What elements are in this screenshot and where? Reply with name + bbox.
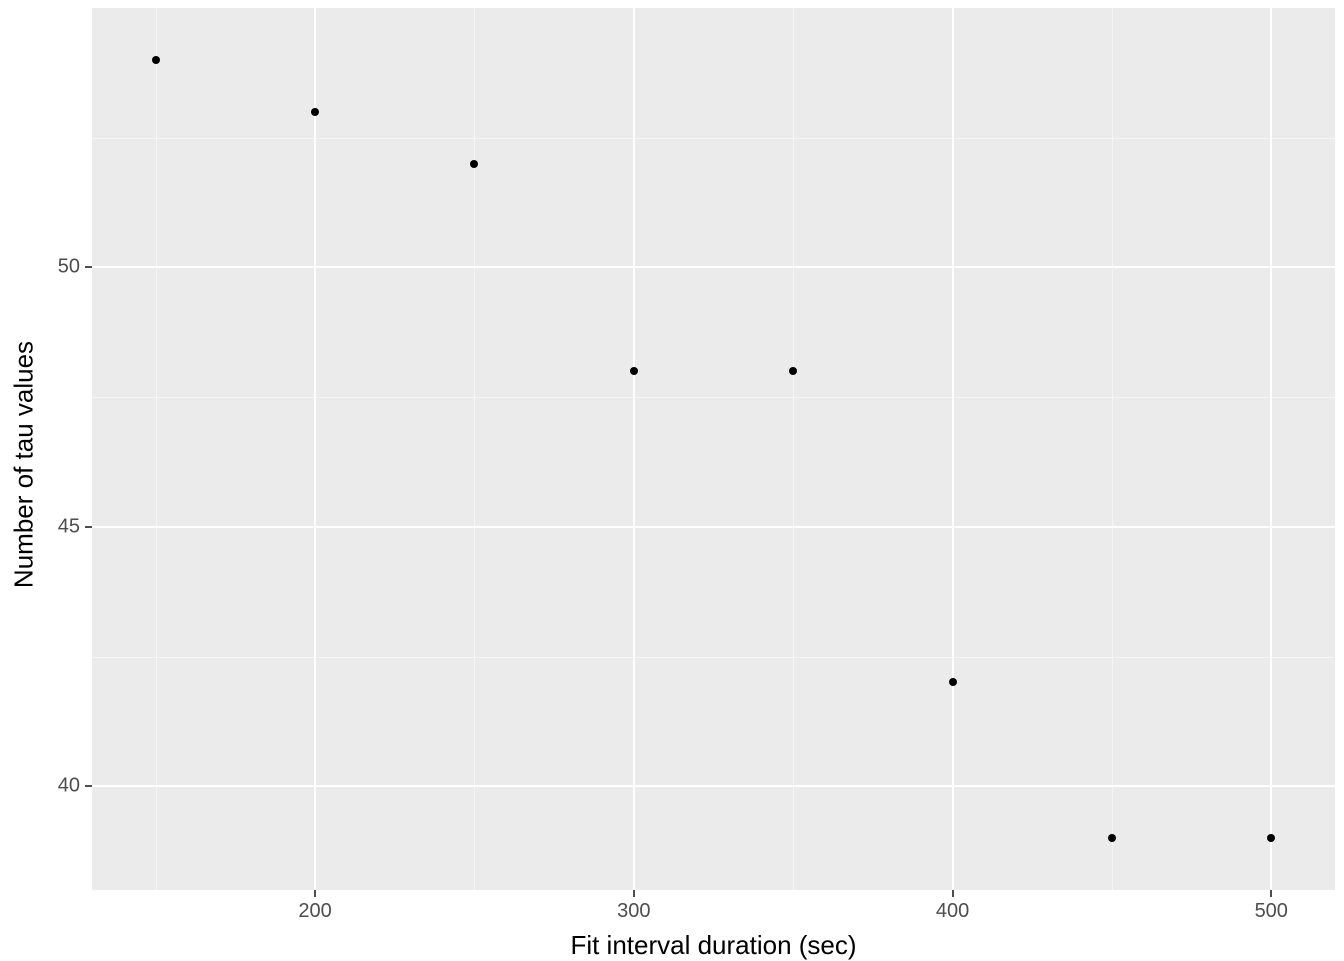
grid-major-h (92, 266, 1335, 268)
x-axis-title: Fit interval duration (sec) (570, 930, 856, 961)
data-point (311, 108, 319, 116)
data-point (1108, 834, 1116, 842)
data-point (152, 56, 160, 64)
grid-minor-h (92, 397, 1335, 398)
y-tick-label: 40 (58, 775, 80, 798)
y-tick-label: 45 (58, 515, 80, 538)
x-tick-label: 200 (298, 900, 331, 923)
x-tick-mark (314, 890, 316, 897)
y-tick-mark (85, 785, 92, 787)
grid-minor-v (1112, 8, 1113, 890)
x-tick-mark (633, 890, 635, 897)
grid-minor-h (92, 138, 1335, 139)
grid-major-h (92, 526, 1335, 528)
grid-minor-v (793, 8, 794, 890)
x-tick-label: 500 (1255, 900, 1288, 923)
grid-minor-v (474, 8, 475, 890)
grid-major-v (314, 8, 316, 890)
grid-major-v (633, 8, 635, 890)
data-point (630, 367, 638, 375)
grid-minor-v (156, 8, 157, 890)
grid-major-v (1270, 8, 1272, 890)
x-tick-mark (1270, 890, 1272, 897)
y-axis-title: Number of tau values (9, 341, 40, 588)
grid-minor-h (92, 657, 1335, 658)
x-tick-label: 300 (617, 900, 650, 923)
plot-panel (92, 8, 1335, 890)
y-tick-mark (85, 266, 92, 268)
grid-major-v (952, 8, 954, 890)
data-point (949, 678, 957, 686)
grid-major-h (92, 785, 1335, 787)
x-tick-mark (952, 890, 954, 897)
data-point (789, 367, 797, 375)
y-tick-mark (85, 526, 92, 528)
data-point (470, 160, 478, 168)
x-tick-label: 400 (936, 900, 969, 923)
data-point (1267, 834, 1275, 842)
chart-container: 200 300 400 500 40 45 50 Fit interval duration… (0, 0, 1344, 960)
y-tick-label: 50 (58, 256, 80, 279)
